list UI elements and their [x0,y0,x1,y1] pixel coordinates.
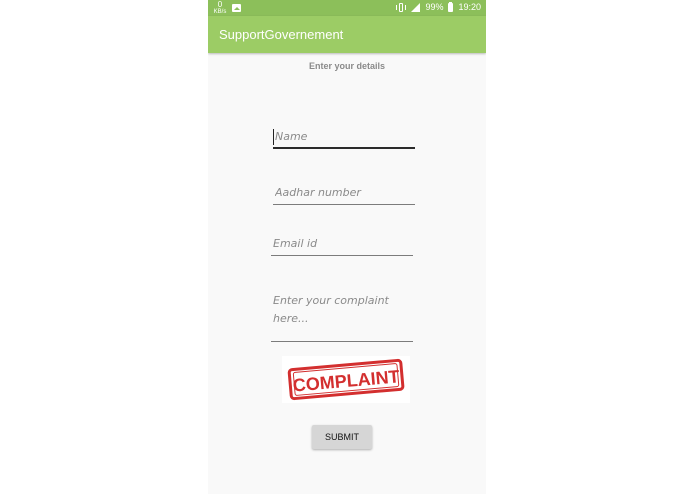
form-subtitle: Enter your details [308,61,386,71]
app-bar: SupportGovernement [208,16,486,53]
image-icon [232,4,241,12]
network-speed-indicator: 0 KB/s [213,0,227,16]
complaint-textarea[interactable] [271,292,413,342]
phone-screen: 0 KB/s 99% 19:20 SupportGovernement Ente… [208,0,486,494]
network-speed-value: 0 [217,0,223,9]
signal-icon [411,2,421,12]
aadhar-number-input[interactable] [273,185,415,205]
network-speed-unit: KB/s [213,9,227,15]
submit-button[interactable]: SUBMIT [312,425,372,449]
vibrate-icon [396,2,407,12]
app-title: SupportGovernement [219,27,344,42]
battery-percent: 99% [425,2,444,12]
email-input[interactable] [271,236,413,256]
clock: 19:20 [458,2,481,12]
status-bar: 0 KB/s 99% 19:20 [208,0,486,16]
complaint-stamp-image: COMPLAINT [282,356,410,403]
text-cursor [273,129,274,145]
name-input[interactable] [273,129,415,149]
battery-icon [448,1,454,12]
